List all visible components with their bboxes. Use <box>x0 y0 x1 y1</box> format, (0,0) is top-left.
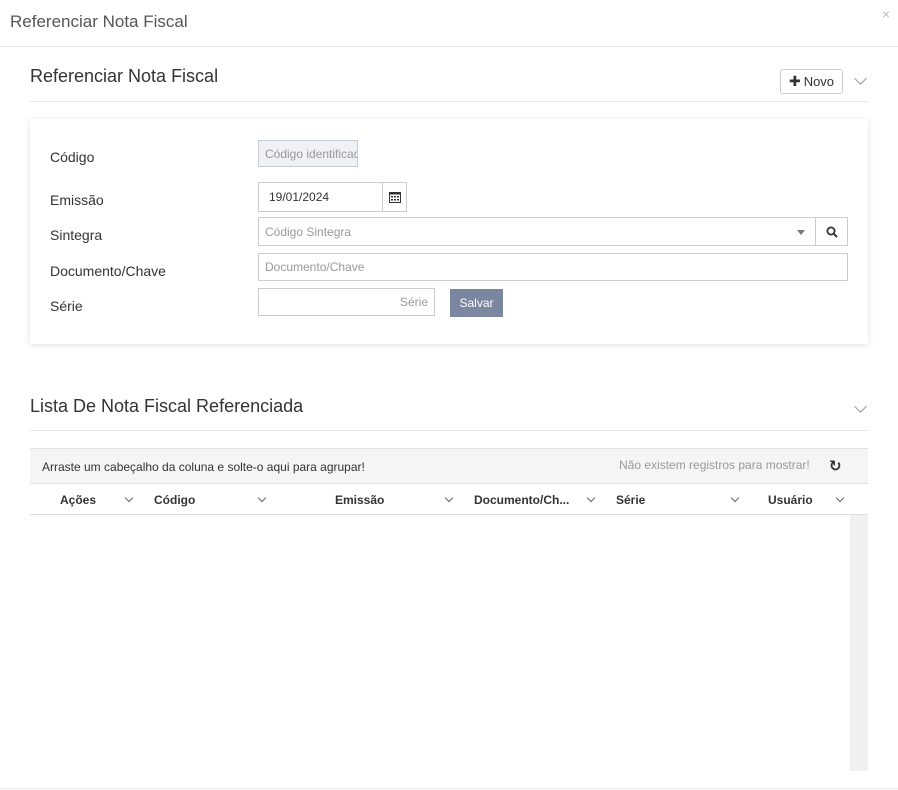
new-button[interactable]: ✚ Novo <box>780 69 843 94</box>
grid-header: Ações Código Emissão Documento/Ch... Sér… <box>30 485 868 515</box>
new-button-label: Novo <box>803 74 835 89</box>
form-card: Código Código identificador Emissão 19/0… <box>30 119 868 344</box>
form-section-title: Referenciar Nota Fiscal <box>30 66 219 86</box>
codigo-input[interactable]: Código identificador <box>258 140 358 167</box>
emissao-input[interactable]: 19/01/2024 <box>258 182 383 212</box>
column-acoes[interactable]: Ações <box>30 485 142 515</box>
list-section-header: Lista De Nota Fiscal Referenciada <box>30 395 868 431</box>
column-codigo-label: Código <box>154 493 196 507</box>
modal-footer-divider <box>0 788 898 789</box>
emissao-value: 19/01/2024 <box>269 190 330 204</box>
refresh-icon[interactable]: ↻ <box>829 457 842 475</box>
sintegra-label: Sintegra <box>50 227 103 243</box>
sintegra-select[interactable]: Código Sintegra <box>258 217 816 246</box>
column-usuario[interactable]: Usuário <box>746 485 868 515</box>
save-button[interactable]: Salvar <box>450 289 503 317</box>
chevron-down-icon[interactable] <box>730 493 740 503</box>
column-emissao-label: Emissão <box>335 493 385 507</box>
documento-input[interactable]: Documento/Chave <box>258 253 848 281</box>
caret-down-icon <box>797 230 805 235</box>
column-codigo[interactable]: Código <box>142 485 276 515</box>
codigo-label: Código <box>50 149 95 165</box>
serie-input[interactable]: Série <box>258 288 435 316</box>
chevron-down-icon[interactable] <box>854 400 867 413</box>
column-serie[interactable]: Série <box>604 485 746 515</box>
plus-icon: ✚ <box>788 73 801 89</box>
column-serie-label: Série <box>616 493 646 507</box>
column-documento[interactable]: Documento/Ch... <box>462 485 604 515</box>
grid-scrollbar[interactable] <box>850 515 868 771</box>
emissao-label: Emissão <box>50 192 104 208</box>
chevron-down-icon[interactable] <box>586 493 596 503</box>
group-hint: Arraste um cabeçalho da coluna e solte-o… <box>42 460 365 474</box>
serie-placeholder: Série <box>399 295 428 309</box>
calendar-button[interactable] <box>382 182 407 212</box>
modal-title: Referenciar Nota Fiscal <box>10 12 188 31</box>
sintegra-search-button[interactable] <box>815 217 848 246</box>
chevron-down-icon[interactable] <box>835 493 845 503</box>
chevron-down-icon[interactable] <box>854 72 867 85</box>
close-icon[interactable]: × <box>882 6 890 22</box>
list-section-title: Lista De Nota Fiscal Referenciada <box>30 396 304 416</box>
search-icon <box>826 226 838 238</box>
no-records-message: Não existem registros para mostrar! <box>619 458 810 472</box>
codigo-placeholder: Código identificador <box>265 146 357 161</box>
form-section-header: Referenciar Nota Fiscal ✚ Novo <box>30 66 868 102</box>
documento-label: Documento/Chave <box>50 263 166 279</box>
chevron-down-icon[interactable] <box>124 493 134 503</box>
sintegra-placeholder: Código Sintegra <box>265 224 352 239</box>
column-documento-label: Documento/Ch... <box>474 493 570 507</box>
column-acoes-label: Ações <box>60 493 97 507</box>
documento-placeholder: Documento/Chave <box>265 260 365 274</box>
chevron-down-icon[interactable] <box>257 493 267 503</box>
grid-body <box>30 515 868 771</box>
calendar-icon <box>388 192 401 203</box>
grid-group-panel[interactable]: Arraste um cabeçalho da coluna e solte-o… <box>30 448 868 484</box>
column-emissao[interactable]: Emissão <box>276 485 462 515</box>
chevron-down-icon[interactable] <box>444 493 454 503</box>
serie-label: Série <box>50 298 83 314</box>
modal-header: Referenciar Nota Fiscal × <box>0 0 898 47</box>
column-usuario-label: Usuário <box>768 493 813 507</box>
